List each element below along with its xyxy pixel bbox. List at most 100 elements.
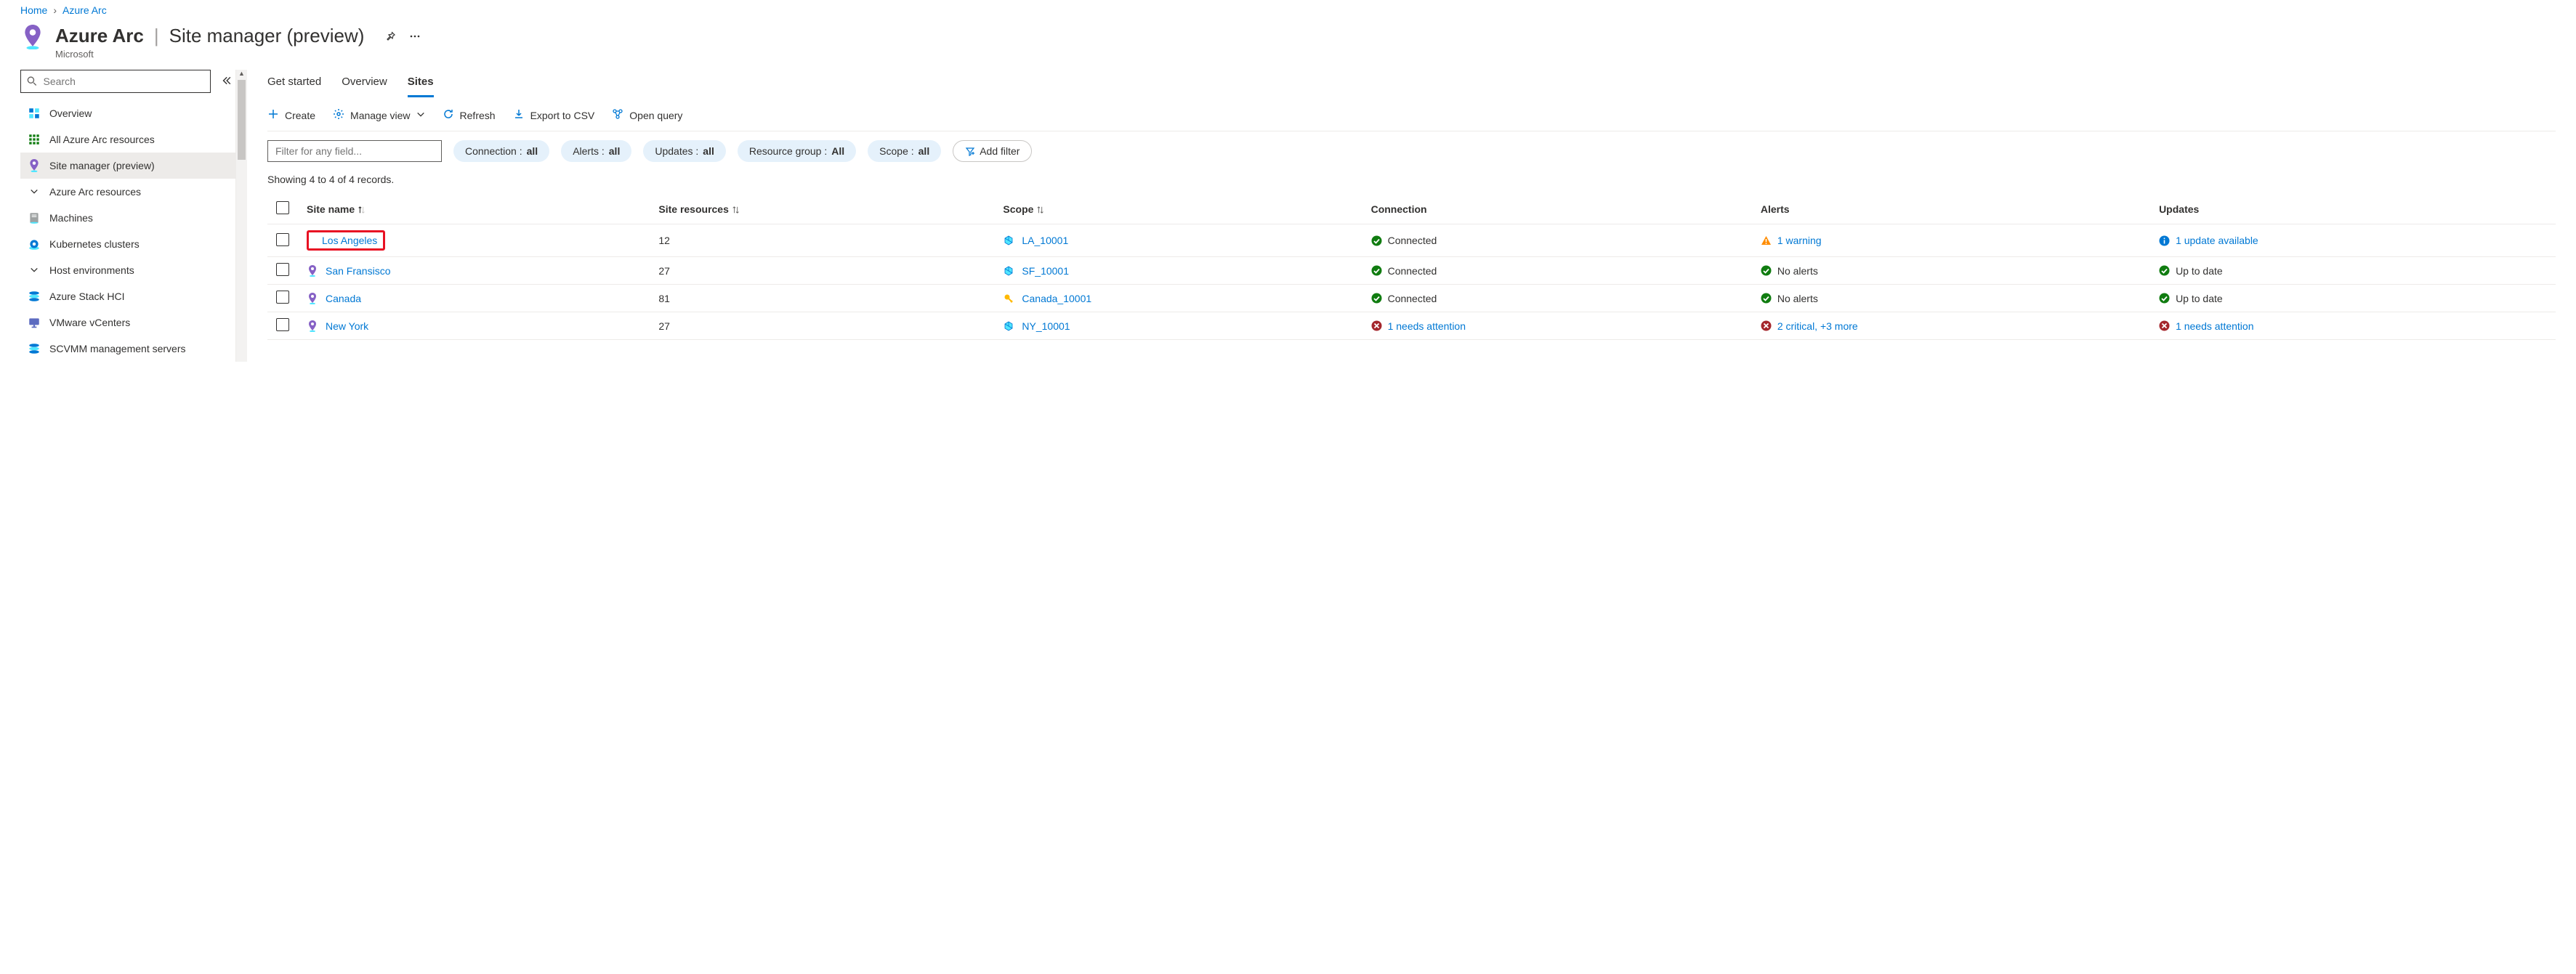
publisher-text: Microsoft	[55, 49, 421, 60]
select-all-checkbox[interactable]	[276, 201, 289, 214]
sidebar-item-site-manager-preview-[interactable]: Site manager (preview)	[20, 153, 235, 179]
create-button[interactable]: Create	[267, 108, 315, 122]
scope-link[interactable]: SF_10001	[1022, 265, 1069, 277]
row-checkbox[interactable]	[276, 291, 289, 304]
export-csv-button[interactable]: Export to CSV	[513, 108, 595, 122]
table-row: San Fransisco27SF_10001ConnectedNo alert…	[267, 257, 2556, 285]
filter-pill-updates[interactable]: Updates : all	[643, 140, 726, 162]
refresh-button[interactable]: Refresh	[443, 108, 496, 122]
site-name-link[interactable]: New York	[326, 320, 368, 332]
sidebar-search[interactable]	[20, 70, 211, 93]
sidebar-search-input[interactable]	[44, 76, 204, 87]
col-connection: Connection	[1362, 194, 1752, 224]
site-pin-icon	[307, 293, 318, 304]
connection-text: 1 needs attention	[1388, 320, 1466, 332]
open-query-button[interactable]: Open query	[612, 108, 682, 122]
scope-link[interactable]: Canada_10001	[1022, 293, 1091, 304]
graph-icon	[612, 108, 623, 122]
alerts-text: No alerts	[1777, 265, 1818, 277]
scope-link[interactable]: LA_10001	[1022, 235, 1068, 246]
nav-item-label: Machines	[49, 212, 93, 224]
pin-icon[interactable]	[384, 31, 396, 44]
filter-row: Connection : all Alerts : all Updates : al…	[267, 131, 2556, 168]
filter-pill-alerts[interactable]: Alerts : all	[561, 140, 631, 162]
ok-icon	[1371, 293, 1382, 304]
toolbar: Create Manage view Refresh Export to CSV…	[267, 98, 2556, 131]
row-checkbox[interactable]	[276, 233, 289, 246]
sidebar-item-azure-stack-hci[interactable]: Azure Stack HCI	[20, 283, 235, 309]
tab-sites[interactable]: Sites	[408, 71, 434, 97]
breadcrumb: Home › Azure Arc	[0, 0, 2576, 19]
ok-icon	[2159, 293, 2170, 304]
gear-icon	[333, 108, 344, 122]
nav-item-label: Kubernetes clusters	[49, 238, 140, 250]
scroll-up-arrow[interactable]: ▲	[236, 70, 247, 77]
filter-pill-connection[interactable]: Connection : all	[453, 140, 549, 162]
more-icon[interactable]	[409, 31, 421, 44]
filter-pill-scope[interactable]: Scope : all	[868, 140, 941, 162]
nav-item-label: Azure Stack HCI	[49, 291, 124, 302]
sidebar-item-azure-arc-resources[interactable]: Azure Arc resources	[20, 179, 235, 205]
row-checkbox[interactable]	[276, 263, 289, 276]
filter-input[interactable]	[267, 140, 442, 162]
updates-cell: Up to date	[2159, 265, 2547, 277]
filter-pill-resource-group[interactable]: Resource group : All	[738, 140, 856, 162]
manage-view-label: Manage view	[350, 110, 411, 121]
breadcrumb-home[interactable]: Home	[20, 4, 47, 16]
resource-group-icon	[1003, 265, 1014, 277]
sort-asc-icon	[358, 206, 366, 214]
chevron-down-icon	[28, 266, 41, 275]
plus-icon	[267, 108, 279, 122]
sidebar-scrollbar[interactable]: ▲	[235, 70, 247, 362]
highlighted-site: Los Angeles	[307, 230, 385, 251]
row-checkbox[interactable]	[276, 318, 289, 331]
col-scope[interactable]: Scope	[994, 194, 1362, 224]
scope-link[interactable]: NY_10001	[1022, 320, 1070, 332]
warning-icon	[1761, 235, 1772, 246]
nav-item-label: VMware vCenters	[49, 317, 130, 328]
tab-overview[interactable]: Overview	[342, 71, 387, 97]
collapse-sidebar-button[interactable]	[221, 76, 231, 88]
nav-item-icon	[28, 211, 41, 224]
sidebar-item-scvmm-management-servers[interactable]: SCVMM management servers	[20, 336, 235, 362]
add-filter-button[interactable]: Add filter	[953, 140, 1032, 162]
sidebar-item-machines[interactable]: Machines	[20, 205, 235, 231]
refresh-label: Refresh	[460, 110, 496, 121]
site-name-link[interactable]: San Fransisco	[326, 265, 390, 277]
site-pin-icon	[307, 265, 318, 277]
pill-label: Updates :	[655, 145, 698, 157]
alerts-cell[interactable]: 2 critical, +3 more	[1761, 320, 2141, 332]
updates-text: 1 update available	[2176, 235, 2258, 246]
resource-title: Azure Arc	[55, 25, 144, 47]
col-site-name[interactable]: Site name	[298, 194, 650, 224]
page-title: Site manager (preview)	[169, 25, 365, 47]
breadcrumb-separator: ›	[53, 4, 57, 16]
nav-item-icon	[28, 107, 41, 120]
chevron-down-icon	[416, 110, 425, 121]
chevron-down-icon	[28, 187, 41, 196]
sidebar-item-host-environments[interactable]: Host environments	[20, 257, 235, 283]
download-icon	[513, 108, 525, 122]
updates-cell[interactable]: 1 needs attention	[2159, 320, 2547, 332]
site-name-link[interactable]: Canada	[326, 293, 361, 304]
manage-view-button[interactable]: Manage view	[333, 108, 425, 122]
ok-icon	[1371, 265, 1382, 276]
col-site-resources[interactable]: Site resources	[650, 194, 994, 224]
connection-cell[interactable]: 1 needs attention	[1371, 320, 1743, 332]
connection-text: Connected	[1388, 265, 1437, 277]
alerts-cell[interactable]: 1 warning	[1761, 235, 2141, 246]
sidebar-item-kubernetes-clusters[interactable]: Kubernetes clusters	[20, 231, 235, 257]
updates-text: 1 needs attention	[2176, 320, 2253, 332]
connection-cell: Connected	[1371, 235, 1743, 246]
breadcrumb-parent[interactable]: Azure Arc	[62, 4, 107, 16]
pill-value: All	[831, 145, 844, 157]
sidebar-item-overview[interactable]: Overview	[20, 100, 235, 126]
site-name-link[interactable]: Los Angeles	[322, 235, 377, 246]
sidebar-item-vmware-vcenters[interactable]: VMware vCenters	[20, 309, 235, 336]
scroll-thumb[interactable]	[238, 80, 246, 160]
tab-get-started[interactable]: Get started	[267, 71, 321, 97]
tabs: Get started Overview Sites	[267, 71, 2556, 98]
updates-cell[interactable]: 1 update available	[2159, 235, 2547, 246]
sidebar-item-all-azure-arc-resources[interactable]: All Azure Arc resources	[20, 126, 235, 153]
connection-text: Connected	[1388, 235, 1437, 246]
